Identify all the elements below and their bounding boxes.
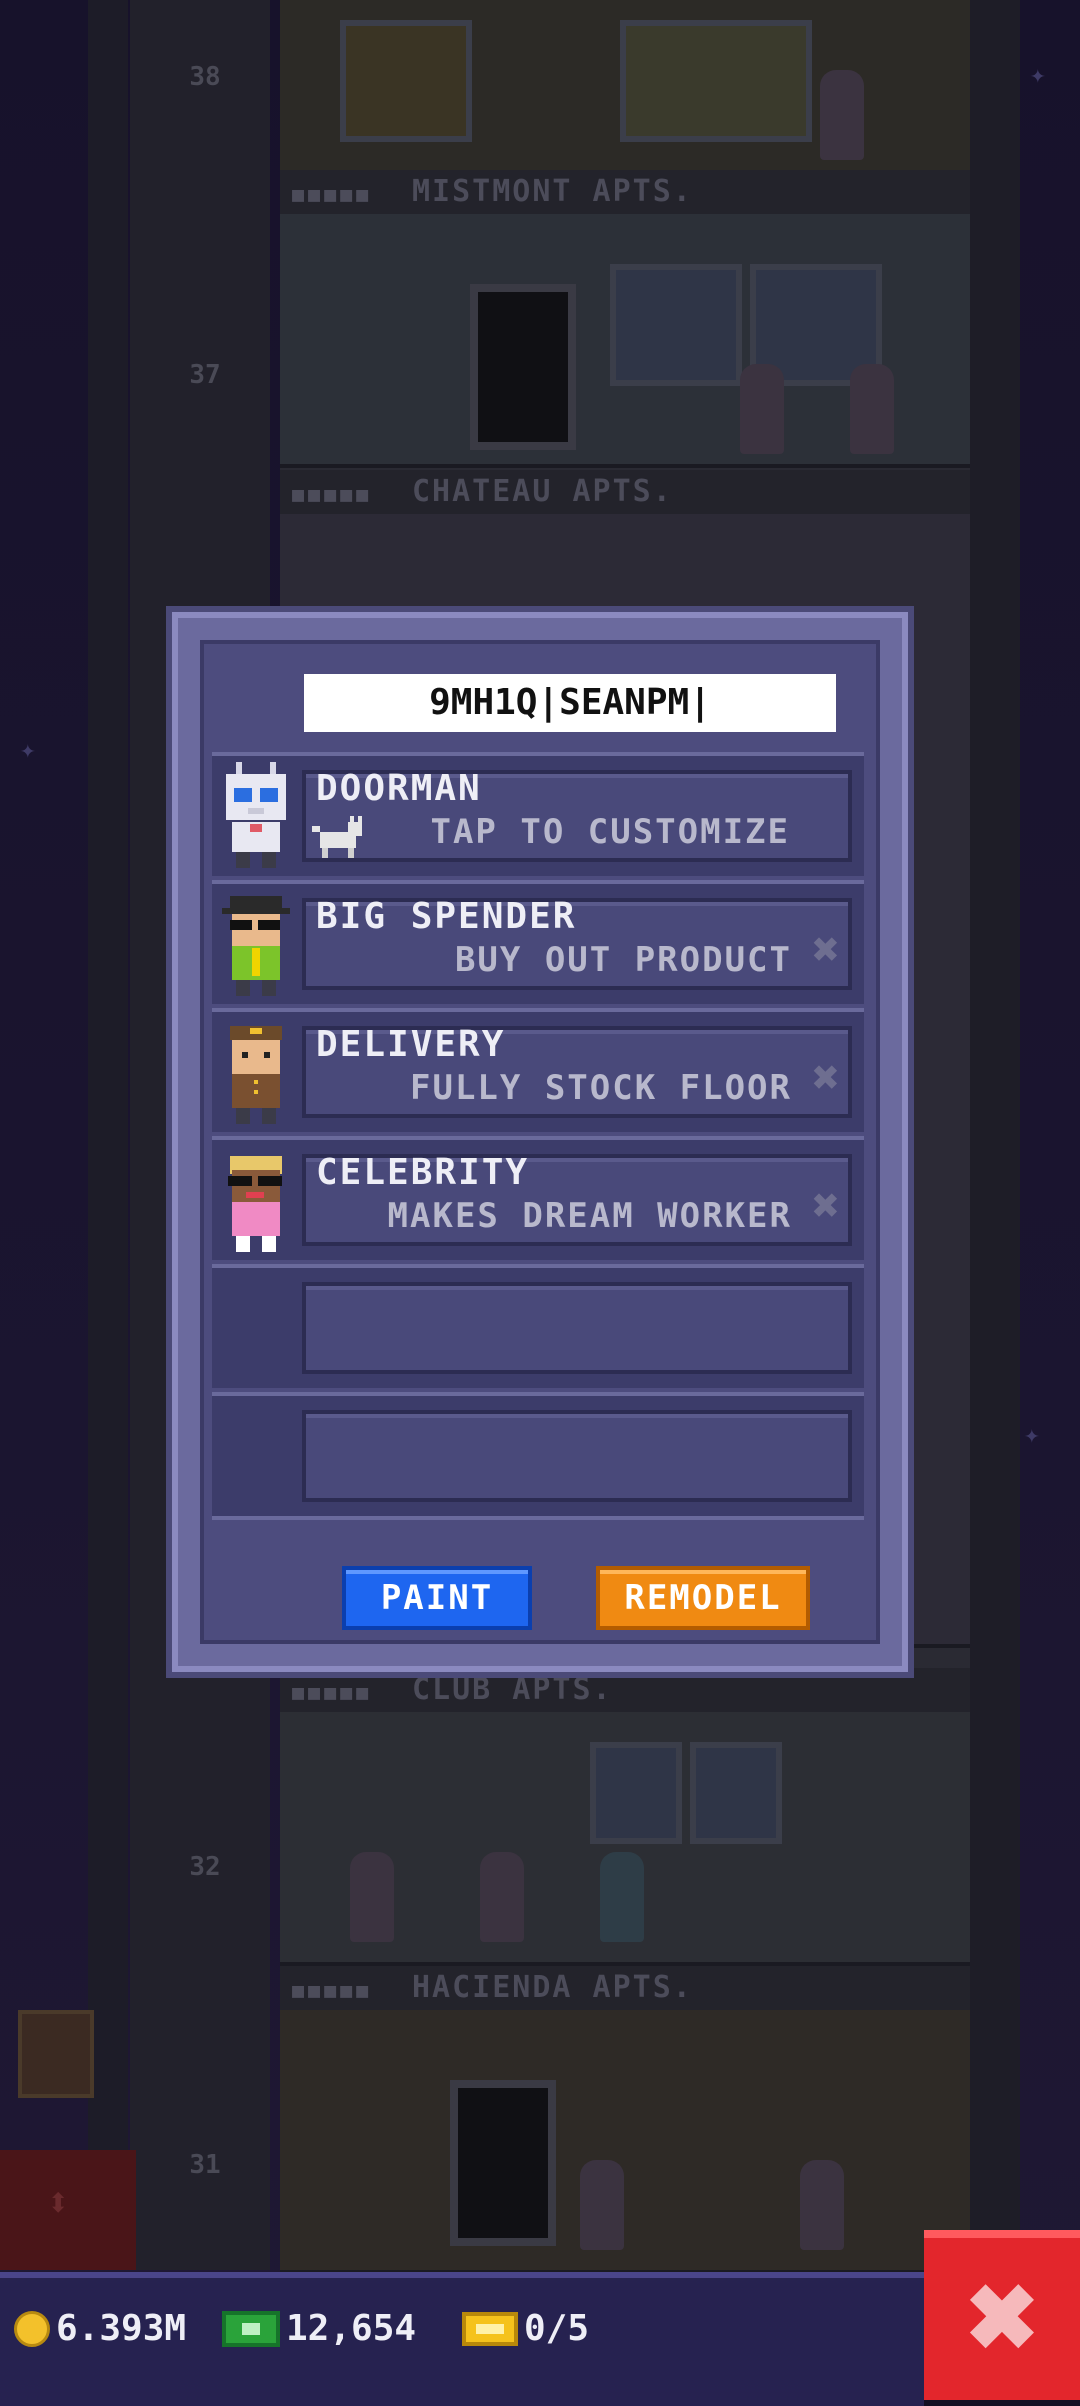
tenant — [850, 364, 894, 454]
row-subtitle: BUY OUT PRODUCT — [454, 940, 792, 980]
pet-cat-icon — [312, 816, 362, 858]
tenant — [350, 1852, 394, 1942]
tenant — [800, 2160, 844, 2250]
row-title: BIG SPENDER — [316, 896, 577, 937]
floor-label[interactable]: ■■■■■ CLUB APTS. — [280, 1668, 970, 1712]
unavailable-x-icon: ✖ — [812, 922, 840, 976]
coin-icon — [14, 2310, 50, 2347]
row-title: DELIVERY — [316, 1024, 506, 1065]
floor-37 — [280, 214, 970, 468]
coins-value: 6.393M — [56, 2308, 187, 2349]
floor-number: 37 — [189, 360, 221, 390]
floor-label[interactable]: ■■■■■ MISTMONT APTS. — [280, 170, 970, 214]
tenant — [600, 1852, 644, 1942]
delivery-avatar — [230, 1026, 282, 1124]
row-slot — [302, 1282, 852, 1374]
tower-edge — [88, 0, 128, 2270]
close-button[interactable]: ✖ — [924, 2230, 1080, 2400]
up-down-arrows-icon: ⬍ — [46, 2180, 71, 2226]
row-title: DOORMAN — [316, 768, 482, 809]
list-item-celebrity[interactable]: CELEBRITY MAKES DREAM WORKER ✖ — [212, 1136, 864, 1260]
dialog-panel: DOORMAN TAP TO CUSTOMIZE — [200, 640, 880, 1644]
floor-label[interactable]: ■■■■■ HACIENDA APTS. — [280, 1966, 970, 2010]
coins-stat: 6.393M — [14, 2308, 186, 2349]
row-subtitle: FULLY STOCK FLOOR — [410, 1068, 792, 1108]
star-icon: ✦ — [1024, 1420, 1040, 1450]
paint-button[interactable]: PAINT — [342, 1566, 532, 1630]
list-item-big-spender[interactable]: BIG SPENDER BUY OUT PRODUCT ✖ — [212, 880, 864, 1004]
robot-doorman-avatar — [226, 762, 286, 868]
floor-32 — [280, 1712, 970, 1966]
close-icon: ✖ — [964, 2269, 1040, 2369]
golden-ticket-icon — [462, 2311, 518, 2346]
celebrity-avatar — [228, 1156, 282, 1252]
tenant — [740, 364, 784, 454]
floor-number: 38 — [189, 62, 221, 92]
elevator-button[interactable]: ⬍ — [0, 2150, 136, 2270]
list-item-delivery[interactable]: DELIVERY FULLY STOCK FLOOR ✖ — [212, 1008, 864, 1132]
bux-value: 12,654 — [286, 2308, 417, 2349]
tickets-stat: 0/5 — [462, 2308, 589, 2349]
tower-edge — [970, 0, 1020, 2270]
list-item-doorman[interactable]: DOORMAN TAP TO CUSTOMIZE — [212, 752, 864, 876]
tenant — [480, 1852, 524, 1942]
floor-31 — [280, 2010, 970, 2274]
row-slot — [302, 1410, 852, 1502]
tickets-value: 0/5 — [524, 2308, 590, 2349]
list-item-empty[interactable] — [212, 1264, 864, 1388]
floor-number: 31 — [189, 2150, 221, 2180]
tenant — [820, 70, 864, 160]
unavailable-x-icon: ✖ — [812, 1050, 840, 1104]
row-title: CELEBRITY — [316, 1152, 530, 1193]
tower-bux-icon — [222, 2310, 280, 2347]
floor-number: 32 — [189, 1852, 221, 1882]
row-subtitle: TAP TO CUSTOMIZE — [430, 812, 790, 852]
tenant — [580, 2160, 624, 2250]
shop-icon[interactable] — [18, 2010, 94, 2098]
big-spender-avatar — [222, 896, 290, 996]
unavailable-x-icon: ✖ — [812, 1178, 840, 1232]
lobby-customize-dialog: DOORMAN TAP TO CUSTOMIZE — [172, 612, 908, 1672]
remodel-button[interactable]: REMODEL — [596, 1566, 810, 1630]
star-icon: ✦ — [1030, 60, 1046, 90]
bux-stat: 12,654 — [222, 2308, 416, 2349]
star-icon: ✦ — [20, 735, 36, 765]
floor-name-input[interactable] — [304, 674, 836, 732]
floor-label[interactable]: ■■■■■ CHATEAU APTS. — [280, 470, 970, 514]
row-subtitle: MAKES DREAM WORKER — [387, 1196, 792, 1236]
list-item-empty[interactable] — [212, 1392, 864, 1520]
currency-bar: 6.393M 12,654 0/5 — [0, 2272, 924, 2406]
